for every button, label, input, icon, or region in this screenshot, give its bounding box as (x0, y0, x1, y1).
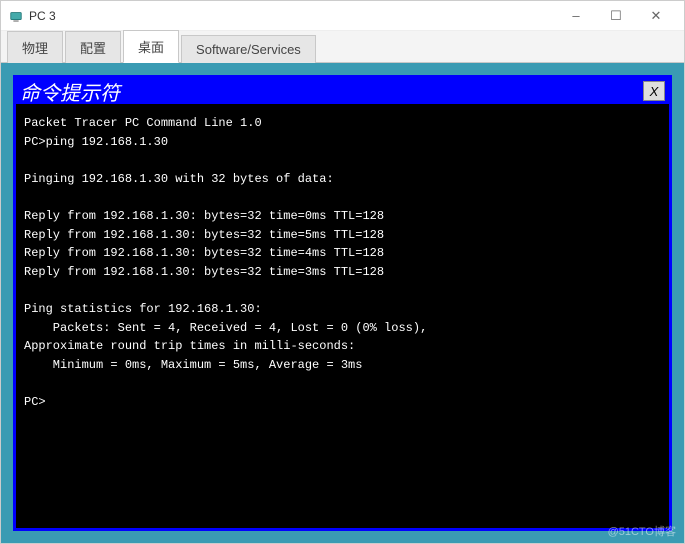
window-title: PC 3 (29, 9, 56, 23)
desktop-area: 命令提示符 X Packet Tracer PC Command Line 1.… (1, 63, 684, 543)
command-prompt-titlebar: 命令提示符 X (16, 78, 669, 104)
close-button[interactable]: ✕ (636, 4, 676, 28)
tab-physical[interactable]: 物理 (7, 31, 63, 63)
app-icon (9, 9, 23, 23)
minimize-button[interactable]: – (556, 4, 596, 28)
tab-desktop[interactable]: 桌面 (123, 30, 179, 63)
tab-config[interactable]: 配置 (65, 31, 121, 63)
app-window: PC 3 – ☐ ✕ 物理 配置 桌面 Software/Services 命令… (0, 0, 685, 544)
maximize-button[interactable]: ☐ (596, 4, 636, 28)
command-prompt-title: 命令提示符 (20, 77, 120, 106)
tabs: 物理 配置 桌面 Software/Services (1, 31, 684, 63)
command-prompt-window: 命令提示符 X Packet Tracer PC Command Line 1.… (13, 75, 672, 531)
command-prompt-output[interactable]: Packet Tracer PC Command Line 1.0 PC>pin… (16, 104, 669, 528)
tab-software-services[interactable]: Software/Services (181, 35, 316, 63)
titlebar: PC 3 – ☐ ✕ (1, 1, 684, 31)
command-prompt-close-button[interactable]: X (643, 81, 665, 101)
